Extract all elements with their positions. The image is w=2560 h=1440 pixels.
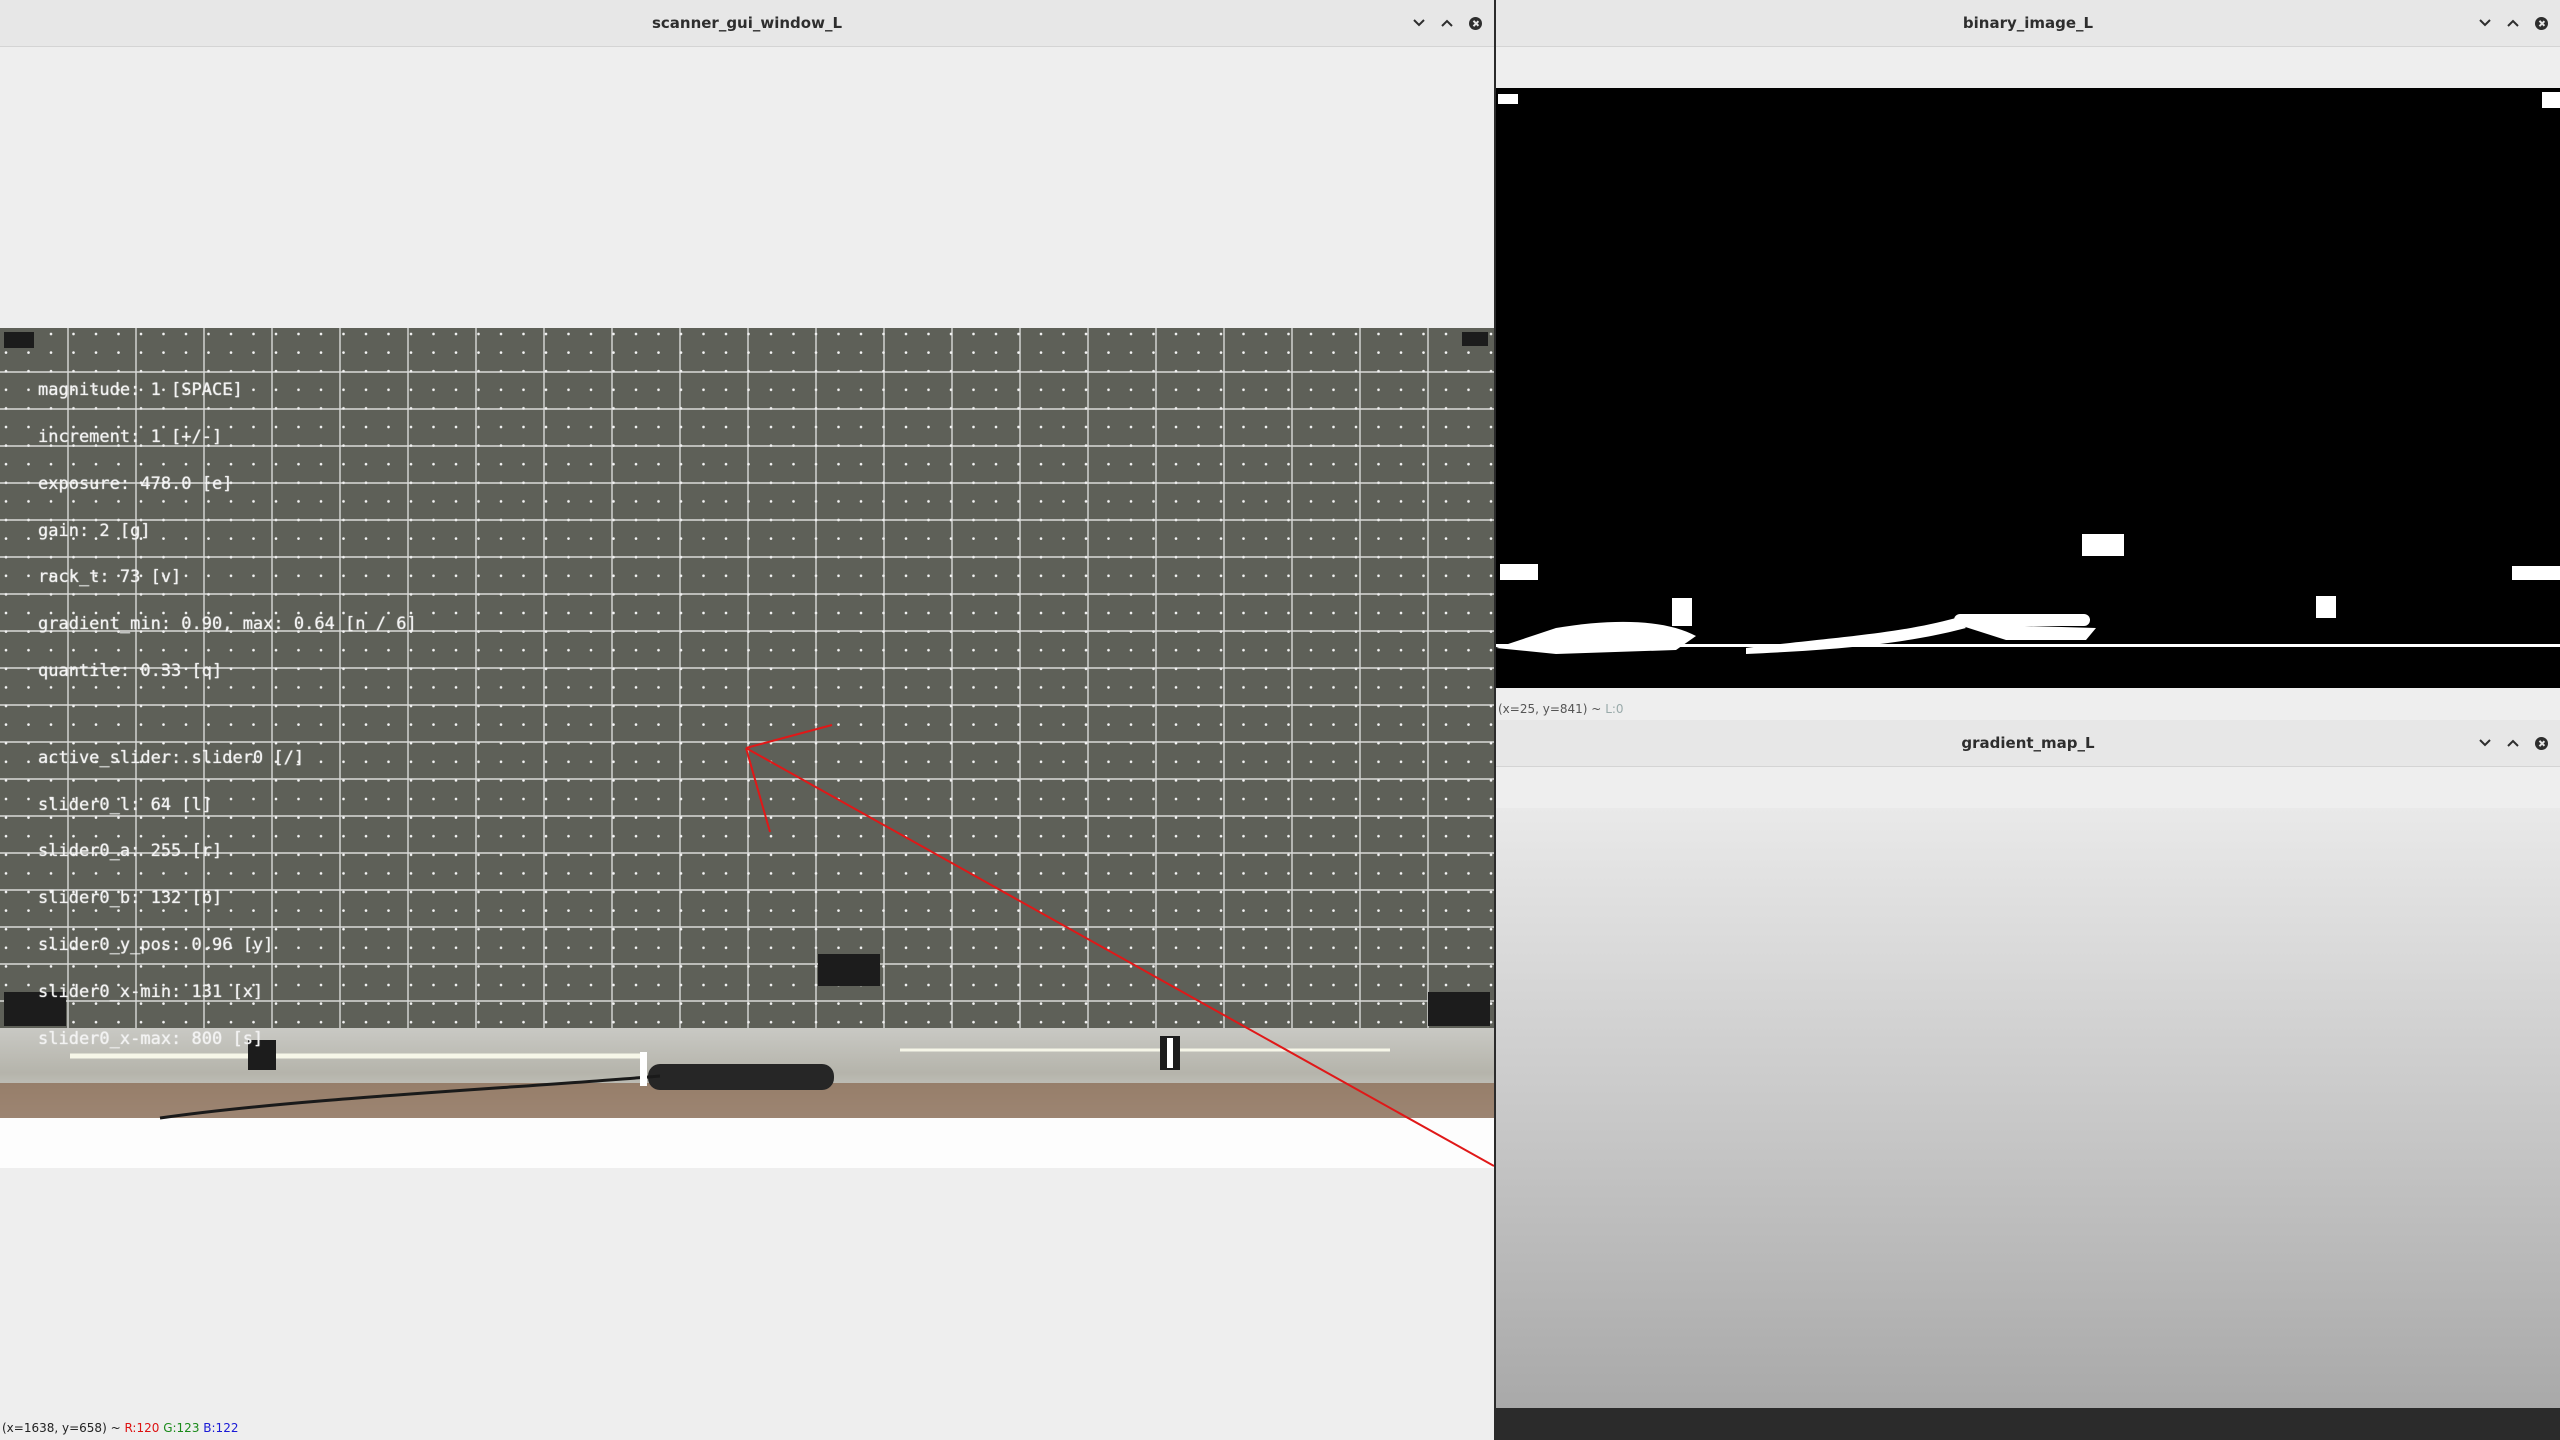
slider-line: slider0_x-max: 800 [s] [38, 1028, 264, 1049]
cursor-coords: (x=25, y=841) ~ [1498, 702, 1602, 716]
slider-line: slider0_a: 255 [r] [38, 841, 223, 862]
scanner-window-title: scanner_gui_window_L [651, 14, 843, 32]
chevron-up-icon[interactable] [2502, 732, 2524, 754]
slider-line: slider0_x-min: 131 [x] [38, 981, 264, 1002]
chevron-up-icon[interactable] [2502, 12, 2524, 34]
slider-line: slider0_b: 132 [b] [38, 888, 223, 909]
pixel-green-value: G:123 [163, 1421, 200, 1435]
overlay-line: magnitude: 1 [SPACE] [38, 380, 243, 401]
scanner-window: scanner_gui_window_L magnitude: 1 [SPACE… [0, 0, 1494, 1440]
scanner-titlebar[interactable]: scanner_gui_window_L [0, 0, 1494, 47]
chevron-down-icon[interactable] [2474, 12, 2496, 34]
overlay-line: quantile: 0.33 [q] [38, 660, 223, 681]
slider-line: slider0_y_pos: 0.96 [y] [38, 934, 274, 955]
binary-window: binary_image_L (x=25, y=841) ~ L:0 [1496, 0, 2560, 720]
chevron-up-icon[interactable] [1436, 12, 1458, 34]
overlay-line: rack_t: 73 [v] [38, 567, 182, 588]
gradient-window-title: gradient_map_L [1961, 734, 2095, 752]
binary-image[interactable] [1496, 88, 2560, 688]
pixel-red-value: R:120 [124, 1421, 160, 1435]
gradient-window: gradient_map_L [1496, 720, 2560, 1408]
gradient-titlebar[interactable]: gradient_map_L [1496, 720, 2560, 767]
slider-line: active_slider: slider0 [/] [38, 747, 305, 768]
overlay-line: exposure: 478.0 [e] [38, 473, 233, 494]
pixel-luminance-value: L:0 [1605, 702, 1624, 716]
binary-titlebar[interactable]: binary_image_L [1496, 0, 2560, 47]
binary-statusbar: (x=25, y=841) ~ L:0 [1498, 702, 1624, 716]
gradient-map-image[interactable] [1496, 808, 2560, 1408]
binary-window-title: binary_image_L [1962, 14, 2094, 32]
close-icon[interactable] [2530, 732, 2552, 754]
chevron-down-icon[interactable] [1408, 12, 1430, 34]
overlay-line: gain: 2 [g] [38, 520, 151, 541]
camera-overlay-text: magnitude: 1 [SPACE] increment: 1 [+/-] … [38, 352, 417, 1078]
overlay-line: gradient_min: 0.90, max: 0.64 [n / 6] [38, 614, 417, 635]
close-icon[interactable] [2530, 12, 2552, 34]
chevron-down-icon[interactable] [2474, 732, 2496, 754]
cursor-coords: (x=1638, y=658) ~ [2, 1421, 121, 1435]
scanner-statusbar: (x=1638, y=658) ~ R:120 G:123 B:122 [2, 1421, 238, 1435]
close-icon[interactable] [1464, 12, 1486, 34]
slider-line: slider0_l: 64 [l] [38, 794, 212, 815]
overlay-line: increment: 1 [+/-] [38, 426, 223, 447]
pixel-blue-value: B:122 [203, 1421, 239, 1435]
